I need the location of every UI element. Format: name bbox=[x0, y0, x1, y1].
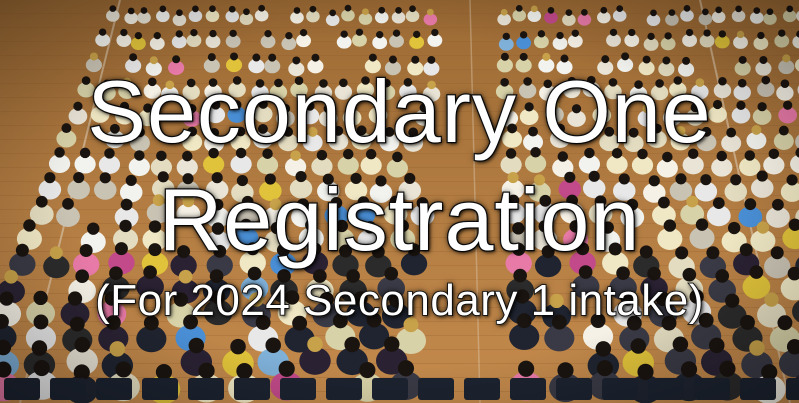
title-overlay: Secondary One Registration (For 2024 Sec… bbox=[0, 0, 799, 403]
registration-banner: Secondary One Registration (For 2024 Sec… bbox=[0, 0, 799, 403]
intake-subtitle: (For 2024 Secondary 1 intake) bbox=[94, 276, 704, 325]
title-line-2: Registration bbox=[157, 170, 641, 269]
title-line-1: Secondary One bbox=[86, 62, 712, 161]
